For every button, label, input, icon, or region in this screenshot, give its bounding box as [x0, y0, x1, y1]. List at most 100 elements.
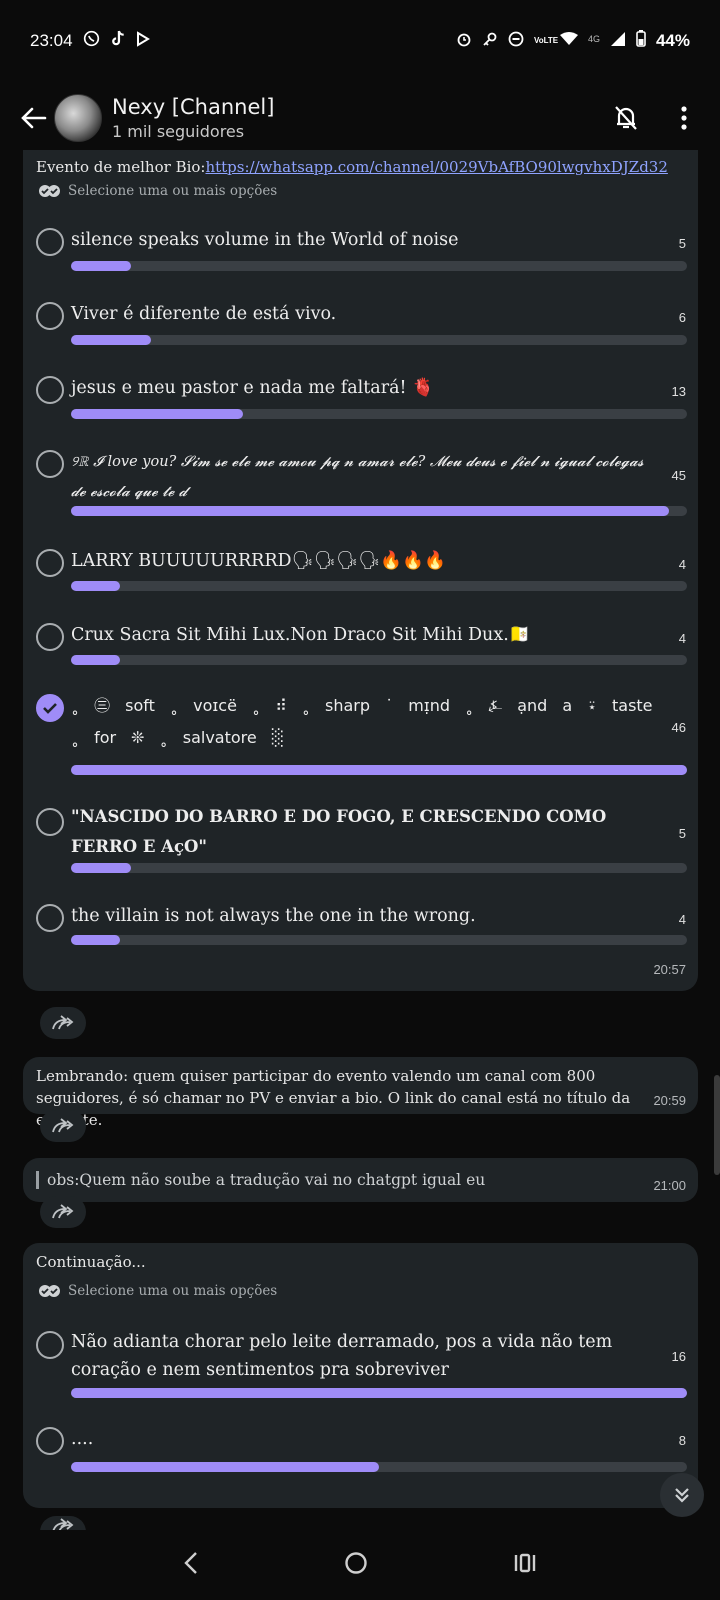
option-text: the villain is not always the one in the…: [71, 906, 476, 926]
vote-bar: [71, 335, 687, 345]
option-text: ˳ ㊂ soft ˳ voɪcë ˳ ⠾ ˳ sharp ˙ mɪ̣nd ˳ ⍼…: [71, 696, 653, 747]
option-radio[interactable]: [36, 302, 64, 330]
forward-button[interactable]: [40, 1196, 86, 1228]
option-radio[interactable]: [36, 1427, 64, 1455]
tiktok-icon: [110, 30, 126, 52]
vote-bar-fill: [71, 506, 669, 516]
status-right: VoLTE 4G 44%: [456, 30, 690, 52]
vote-bar: [71, 1462, 687, 1472]
message-time: 21:00: [653, 1178, 686, 1193]
nav-back-button[interactable]: [183, 1551, 199, 1580]
option-radio[interactable]: [36, 376, 64, 404]
arrow-left-icon: [21, 107, 47, 129]
option-radio[interactable]: [36, 450, 64, 478]
vote-count: 6: [678, 310, 686, 325]
system-nav-bar: [0, 1530, 720, 1600]
option-text: Viver é diferente de está vivo.: [71, 304, 337, 324]
option-radio[interactable]: [36, 228, 64, 256]
option-text: Crux Sacra Sit Mihi Lux.Non Draco Sit Mi…: [71, 625, 531, 645]
vote-bar-fill: [71, 581, 121, 591]
poll-option[interactable]: ˳ ㊂ soft ˳ voɪcë ˳ ⠾ ˳ sharp ˙ mɪ̣nd ˳ ⍼…: [36, 690, 698, 780]
text-message: Lembrando: quem quiser participar do eve…: [23, 1057, 698, 1129]
nav-home-button[interactable]: [344, 1551, 368, 1580]
back-button[interactable]: [14, 98, 54, 138]
vote-bar: [71, 655, 687, 665]
poll-option[interactable]: jesus e meu pastor e nada me faltará! 🫀 …: [36, 370, 698, 430]
option-radio[interactable]: [36, 904, 64, 932]
double-chevron-down-icon: [675, 1488, 689, 1503]
vote-bar: [71, 506, 687, 516]
recents-icon: [515, 1553, 536, 1572]
poll-message: Continuação... Selecione uma ou mais opç…: [23, 1243, 698, 1508]
poll-message: Evento de melhor Bio:https://whatsapp.co…: [23, 150, 698, 991]
double-check-icon: [39, 1285, 60, 1297]
channel-name: Nexy [Channel]: [112, 95, 275, 119]
option-radio[interactable]: [36, 623, 64, 651]
option-radio[interactable]: [36, 808, 64, 836]
home-circle-icon: [345, 1551, 367, 1574]
poll-option[interactable]: Não adianta chorar pelo leite derramado,…: [36, 1325, 698, 1405]
channel-link[interactable]: https://whatsapp.com/channel/0029VbAfBO9…: [205, 158, 667, 176]
poll-option[interactable]: .... 8: [36, 1421, 698, 1481]
poll-option[interactable]: Viver é diferente de está vivo. 6: [36, 296, 698, 356]
battery-icon: [636, 30, 646, 52]
vote-count: 16: [671, 1349, 686, 1364]
poll-option[interactable]: "NASCIDO DO BARRO E DO FOGO, E CRESCENDO…: [36, 802, 698, 882]
more-vertical-icon: [681, 106, 687, 130]
status-bar: 23:04 VoLTE 4G 44%: [0, 0, 720, 82]
channel-avatar[interactable]: [54, 94, 102, 142]
nav-recents-button[interactable]: [513, 1552, 537, 1579]
poll-title: Continuação...: [36, 1253, 146, 1271]
vote-count: 13: [671, 384, 686, 399]
vote-count: 4: [678, 557, 686, 572]
option-text: jesus e meu pastor e nada me faltará! 🫀: [71, 378, 434, 398]
vote-bar-fill: [71, 1462, 379, 1472]
mute-button[interactable]: [604, 96, 648, 140]
option-radio[interactable]: [36, 1331, 64, 1359]
poll-option[interactable]: the villain is not always the one in the…: [36, 898, 698, 958]
option-radio[interactable]: [36, 549, 64, 577]
vote-bar: [71, 1388, 687, 1398]
vote-bar-fill: [71, 409, 244, 419]
poll-option[interactable]: ୨ℝ 𝓘 love you? 𝓢𝓲𝓶 𝓼𝓮 𝓮𝓵𝓮 𝓶𝓮 𝓪𝓶𝓸𝓾 𝓹𝓺 𝓷 𝓪…: [36, 444, 698, 524]
vote-count: 4: [678, 631, 686, 646]
scroll-to-bottom-button[interactable]: [660, 1473, 704, 1517]
message-text: obs:Quem não soube a tradução vai no cha…: [23, 1158, 698, 1200]
forward-button[interactable]: [40, 1007, 86, 1039]
forward-button[interactable]: [40, 1110, 86, 1142]
vote-count: 8: [678, 1433, 686, 1448]
vote-bar-fill: [71, 935, 121, 945]
poll-option[interactable]: Crux Sacra Sit Mihi Lux.Non Draco Sit Mi…: [36, 617, 698, 677]
vote-bar-fill: [71, 335, 152, 345]
vote-count: 5: [678, 236, 686, 251]
double-check-icon: [39, 185, 60, 197]
poll-option[interactable]: silence speaks volume in the World of no…: [36, 222, 698, 282]
scrollbar[interactable]: [714, 1075, 720, 1175]
app-header: Nexy [Channel] 1 mil seguidores: [0, 82, 720, 154]
poll-hint-text: Selecione uma ou mais opções: [68, 183, 278, 199]
poll-option[interactable]: LARRY BUUUUURRRRD🗣🗣🗣🗣🔥🔥🔥 4: [36, 543, 698, 603]
volte-indicator: VoLTE: [533, 36, 559, 45]
alarm-icon: [456, 31, 472, 52]
dnd-icon: [508, 31, 524, 52]
forward-icon: [52, 1204, 74, 1219]
vote-bar: [71, 765, 687, 775]
channel-info[interactable]: Nexy [Channel] 1 mil seguidores: [112, 95, 604, 141]
option-text: silence speaks volume in the World of no…: [71, 230, 459, 250]
message-time: 20:57: [653, 962, 686, 977]
option-radio-checked[interactable]: [36, 694, 64, 722]
vote-bar: [71, 261, 687, 271]
bell-off-icon: [615, 106, 637, 130]
option-text: ....: [71, 1429, 94, 1449]
vote-bar-fill: [71, 1388, 687, 1398]
vote-count: 46: [671, 720, 686, 735]
poll-title: Evento de melhor Bio:https://whatsapp.co…: [23, 150, 698, 176]
option-text: LARRY BUUUUURRRRD🗣🗣🗣🗣🔥🔥🔥: [71, 551, 446, 571]
wifi-icon: [559, 31, 578, 51]
vote-bar-fill: [71, 261, 132, 271]
more-options-button[interactable]: [662, 96, 706, 140]
vote-bar-fill: [71, 765, 687, 775]
key-icon: [482, 31, 498, 52]
status-time: 23:04: [30, 31, 73, 50]
vote-bar-fill: [71, 655, 121, 665]
